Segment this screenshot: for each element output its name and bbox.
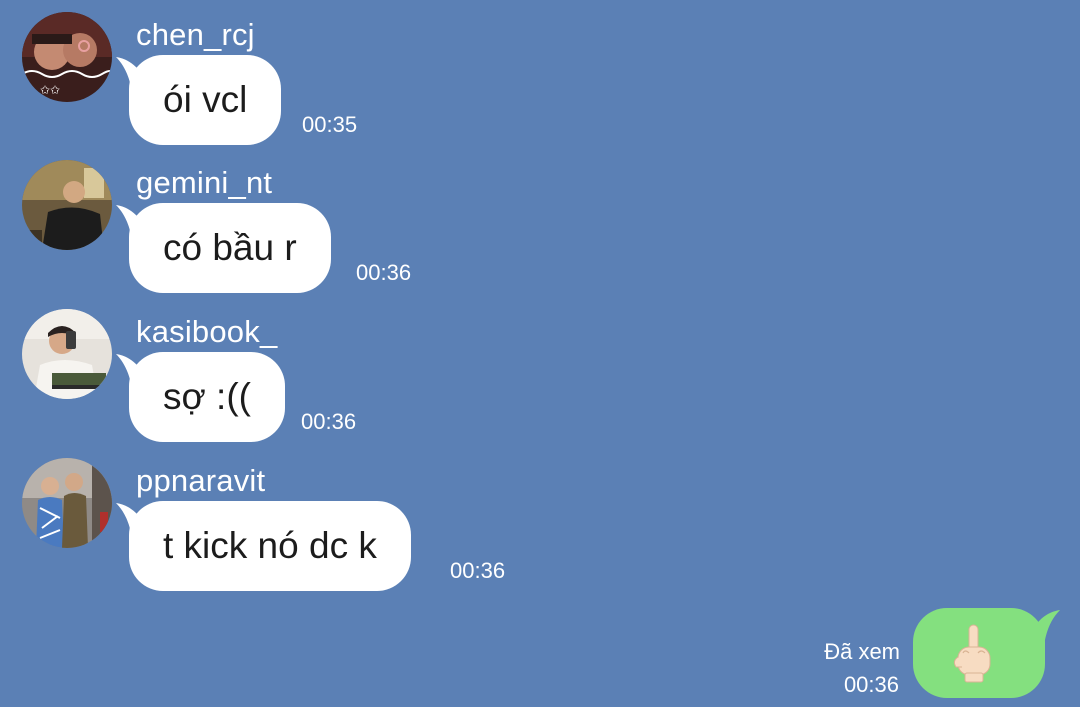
message-timestamp: 00:36 [356, 260, 412, 285]
read-status: Đã xem [824, 639, 900, 664]
message-timestamp: 00:35 [302, 112, 358, 137]
message-timestamp: 00:36 [843, 672, 899, 697]
user-avatar[interactable] [22, 309, 112, 399]
username: chen_rcj [136, 17, 255, 52]
message-row: ✩✩ chen_rcj ói vcl 00:35 [0, 0, 1080, 150]
message-bubble[interactable]: sợ :(( [129, 352, 285, 442]
username: kasibook_ [136, 314, 278, 349]
middle-finger-emoji-icon [953, 624, 991, 683]
message-bubble[interactable]: t kick nó dc k [129, 501, 411, 591]
message-bubble[interactable]: ói vcl [129, 55, 282, 145]
chat-area: ✩✩ chen_rcj ói vcl 00:35 gemini_nt có bầ… [0, 0, 1080, 707]
user-avatar[interactable] [22, 458, 112, 548]
message-timestamp: 00:36 [301, 409, 357, 434]
username: ppnaravit [136, 463, 266, 498]
message-row: ppnaravit t kick nó dc k 00:36 [0, 446, 1080, 596]
message-bubble[interactable]: có bầu r [129, 203, 331, 293]
user-avatar[interactable] [22, 160, 112, 250]
sent-message-row: Đã xem 00:36 [0, 595, 1080, 707]
username: gemini_nt [136, 165, 273, 200]
message-timestamp: 00:36 [450, 558, 506, 583]
user-avatar[interactable]: ✩✩ [22, 12, 112, 102]
message-row: gemini_nt có bầu r 00:36 [0, 148, 1080, 298]
message-row: kasibook_ sợ :(( 00:36 [0, 297, 1080, 447]
svg-text:✩✩: ✩✩ [40, 83, 60, 97]
